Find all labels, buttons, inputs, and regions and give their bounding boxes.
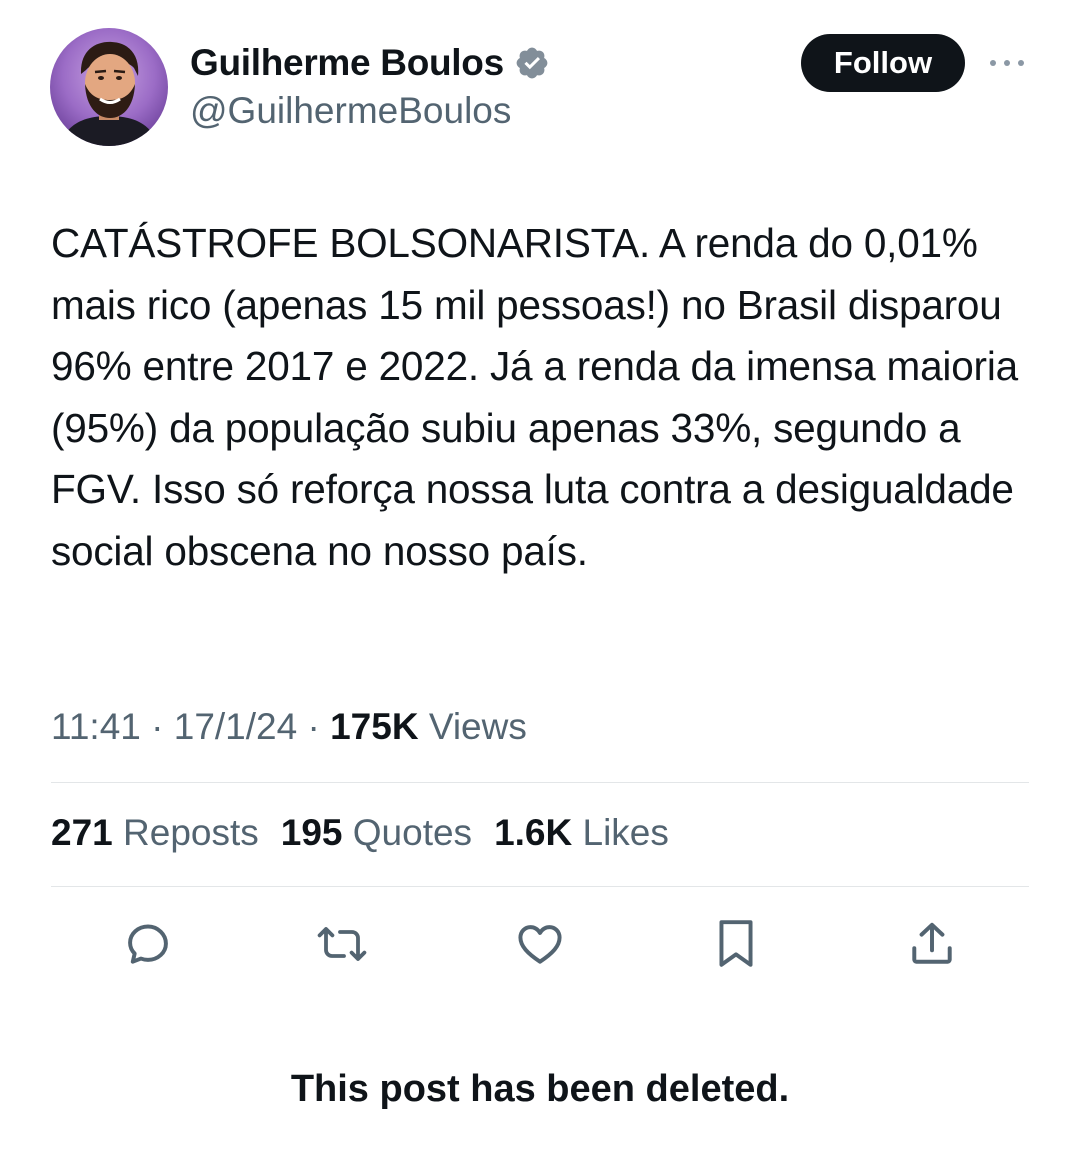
divider: [51, 782, 1029, 783]
likes-label: Likes: [582, 812, 669, 853]
likes-count: 1.6K: [494, 812, 573, 853]
share-icon[interactable]: [906, 918, 958, 970]
post-time[interactable]: 11:41: [51, 706, 141, 747]
divider: [51, 886, 1029, 887]
action-bar: [0, 918, 1080, 970]
engagement-stats: 271 Reposts 195 Quotes 1.6K Likes: [51, 812, 669, 854]
views-label: Views: [428, 706, 527, 747]
bookmark-icon[interactable]: [710, 918, 762, 970]
likes-stat[interactable]: 1.6K Likes: [494, 812, 669, 854]
follow-button[interactable]: Follow: [801, 34, 965, 92]
author-name-row[interactable]: Guilherme Boulos: [190, 40, 550, 86]
quotes-label: Quotes: [352, 812, 473, 853]
verified-badge-icon: [514, 45, 550, 81]
post-meta: 11:41 · 17/1/24 · 175K Views: [51, 706, 527, 748]
portrait-avatar-icon: [50, 28, 168, 146]
quotes-stat[interactable]: 195 Quotes: [281, 812, 472, 854]
deleted-notice: This post has been deleted.: [290, 1068, 790, 1110]
reposts-label: Reposts: [123, 812, 259, 853]
meta-separator: ·: [297, 706, 331, 747]
quotes-count: 195: [280, 812, 343, 853]
meta-separator: ·: [140, 706, 174, 747]
like-icon[interactable]: [514, 918, 566, 970]
ellipsis-icon[interactable]: [985, 48, 1029, 78]
post-text: CATÁSTROFE BOLSONARISTA. A renda do 0,01…: [51, 220, 1018, 574]
views-count: 175K: [330, 706, 419, 747]
post-date[interactable]: 17/1/24: [174, 706, 297, 747]
reply-icon[interactable]: [122, 918, 174, 970]
author-display-name[interactable]: Guilherme Boulos: [190, 42, 504, 84]
reposts-count: 271: [51, 812, 113, 853]
author-handle[interactable]: @GuilhermeBoulos: [190, 90, 511, 132]
avatar[interactable]: [50, 28, 168, 146]
reposts-stat[interactable]: 271 Reposts: [51, 812, 259, 854]
repost-icon[interactable]: [316, 918, 368, 970]
